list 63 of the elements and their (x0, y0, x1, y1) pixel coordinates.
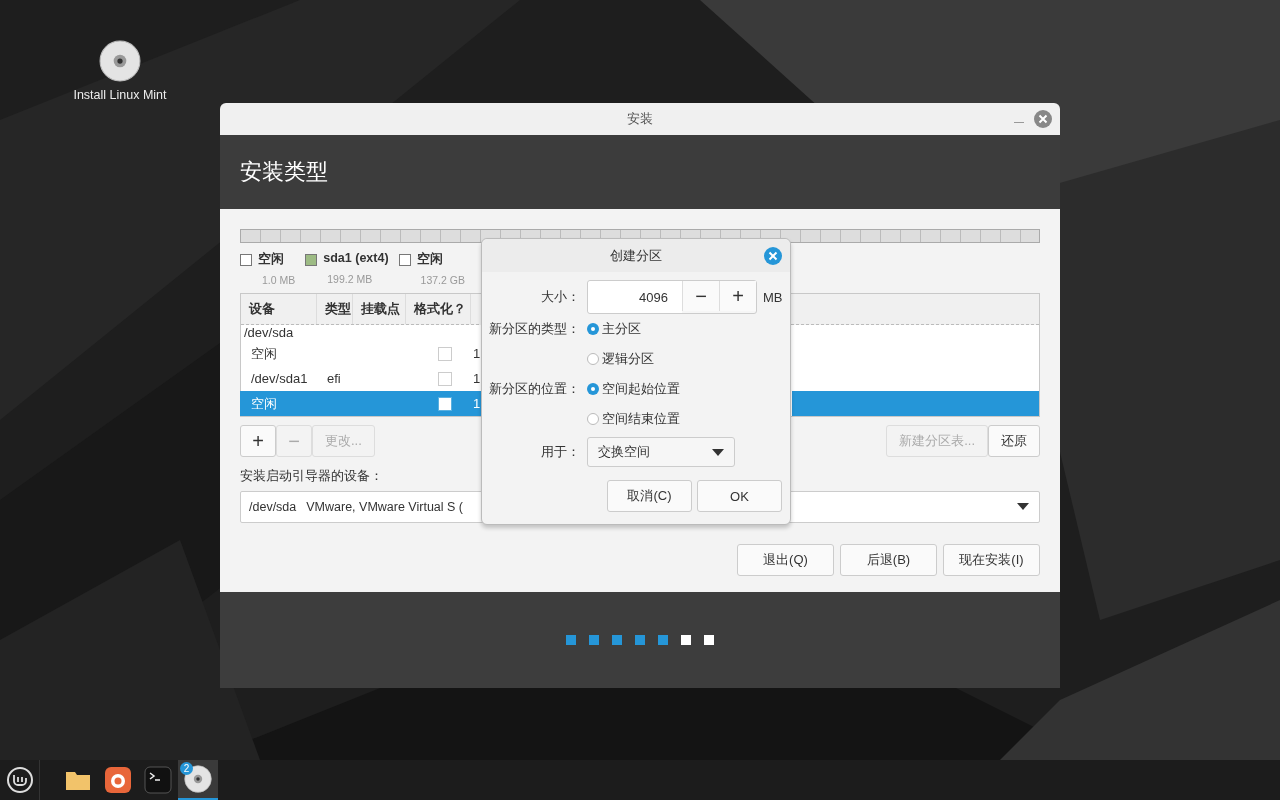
legend-name: 空闲 (416, 251, 444, 268)
radio-label[interactable]: 主分区 (602, 320, 641, 338)
bootloader-label: 安装启动引导器的设备： (240, 467, 384, 485)
table-cell-text: 空闲 (250, 394, 278, 413)
radio-button[interactable] (587, 353, 599, 365)
legend-name: 空闲 (258, 251, 285, 268)
window-title: 安装 (627, 110, 653, 128)
format-checkbox[interactable] (437, 371, 452, 386)
radio-button[interactable] (587, 413, 599, 425)
disc-icon (99, 40, 141, 82)
increase-button[interactable]: + (719, 281, 756, 311)
disc-icon (184, 765, 212, 793)
format-checkbox[interactable] (437, 396, 452, 411)
close-icon[interactable] (764, 247, 782, 265)
table-action-button[interactable]: 还原 (988, 425, 1040, 457)
use-as-dropdown[interactable]: 交换空间 (587, 437, 735, 467)
table-cell-text: 1 (472, 346, 482, 361)
count-badge: 2 (180, 762, 193, 775)
legend-size: 199.2 MB (326, 272, 374, 287)
terminal-icon (144, 766, 172, 794)
table-cell-text: /dev/sda1 (250, 371, 309, 386)
radio-button[interactable] (587, 323, 599, 335)
field-label: 新分区的类型： (488, 320, 580, 338)
table-cell-text: 1 (472, 371, 482, 386)
field-label: 大小： (540, 288, 580, 306)
action-button[interactable]: 退出(Q) (737, 544, 834, 576)
format-checkbox[interactable] (437, 346, 452, 361)
radio-label[interactable]: 逻辑分区 (602, 350, 654, 368)
radio-label[interactable]: 空间结束位置 (602, 410, 680, 428)
action-button[interactable]: 现在安装(I) (943, 544, 1040, 576)
dialog-button[interactable]: OK (697, 480, 782, 512)
caret-icon (1017, 503, 1029, 510)
legend-name: sda1 (ext4) (323, 251, 389, 267)
column-header[interactable]: 设备 (241, 294, 317, 324)
partition-tool-button[interactable]: + (240, 425, 276, 457)
desktop-icon-label[interactable]: Install Linux Mint (73, 88, 167, 102)
radio-button[interactable] (587, 383, 599, 395)
table-row[interactable]: /dev/sda (240, 325, 482, 341)
field-label: 用于： (540, 443, 580, 461)
caret-icon (712, 448, 724, 456)
size-spinbox[interactable]: 4096 − + (587, 280, 757, 314)
decrease-button[interactable]: − (682, 281, 719, 311)
legend-size: 1.0 MB (261, 273, 296, 288)
field-label: 新分区的位置： (488, 380, 580, 398)
radio-label[interactable]: 空间起始位置 (602, 380, 680, 398)
close-icon[interactable] (1034, 110, 1052, 128)
table-cell-text: 1 (472, 396, 482, 411)
unit-label: MB (763, 289, 783, 305)
column-header[interactable]: 挂载点 (353, 294, 406, 324)
browser-icon (104, 766, 132, 794)
column-header[interactable]: 类型 (317, 294, 353, 324)
table-cell-text: 空闲 (250, 344, 278, 363)
dialog-title: 创建分区 (610, 246, 662, 265)
dialog-button[interactable]: 取消(C) (607, 480, 692, 512)
menu-icon[interactable] (5, 766, 34, 794)
page-heading: 安装类型 (240, 158, 328, 186)
legend-size: 137.2 GB (419, 273, 465, 288)
column-header[interactable]: 格式化？ (406, 294, 471, 324)
table-cell-text: efi (326, 371, 342, 386)
table-row[interactable]: /dev/sda1 efi 1 (240, 366, 482, 391)
table-cell-text: /dev/sda (243, 327, 295, 339)
action-button[interactable]: 后退(B) (840, 544, 937, 576)
table-row[interactable]: 空闲 1 (240, 341, 482, 366)
